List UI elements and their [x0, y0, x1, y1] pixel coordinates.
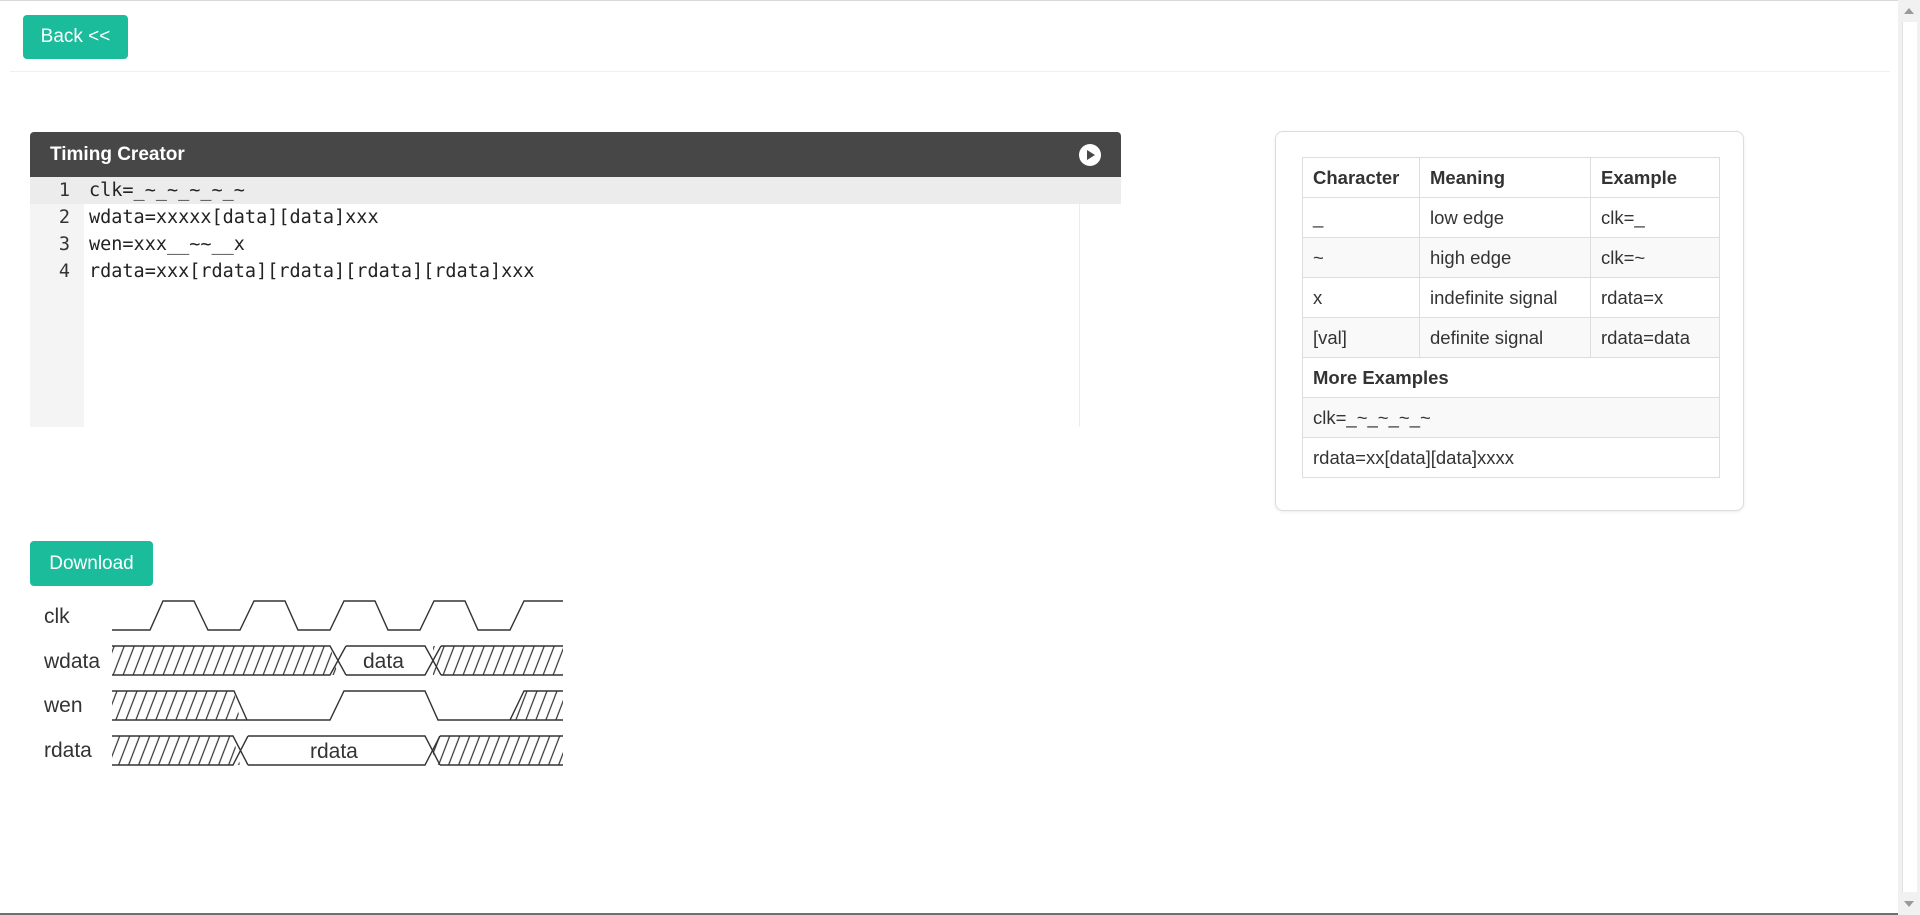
editor-header: Timing Creator	[30, 132, 1121, 177]
timing-editor: Timing Creator 1 clk=_~_~_~_~_~ 2 wdata=…	[30, 132, 1121, 427]
wen-wave	[112, 690, 563, 721]
code-area[interactable]: 1 clk=_~_~_~_~_~ 2 wdata=xxxxx[data][dat…	[30, 177, 1121, 427]
code-line[interactable]: 2 wdata=xxxxx[data][data]xxx	[30, 204, 1121, 231]
line-number: 1	[58, 180, 70, 201]
syntax-reference-card: Character Meaning Example _ low edge clk…	[1275, 131, 1744, 511]
clk-wave	[112, 600, 563, 631]
scroll-down-arrow-icon[interactable]	[1904, 901, 1914, 907]
cell-meaning: definite signal	[1419, 317, 1591, 358]
cell-meaning: high edge	[1419, 237, 1591, 278]
table-row: x indefinite signal rdata=x	[1302, 277, 1720, 318]
cell-example: rdata=data	[1590, 317, 1720, 358]
scroll-thumb[interactable]	[1902, 22, 1917, 892]
cell-example: rdata=x	[1590, 277, 1720, 318]
more-example: clk=_~_~_~_~	[1302, 397, 1720, 438]
cell-meaning: low edge	[1419, 197, 1591, 238]
line-number: 2	[58, 207, 70, 228]
more-examples-heading: More Examples	[1302, 357, 1720, 398]
table-row: rdata=xx[data][data]xxxx	[1302, 437, 1720, 478]
code-line[interactable]: 3 wen=xxx__~~__x	[30, 231, 1121, 258]
signal-label-rdata: rdata	[44, 739, 92, 762]
wdata-value-label: data	[363, 650, 404, 673]
line-number: 4	[58, 261, 70, 282]
top-border	[0, 0, 1898, 1]
wdata-wave: data	[112, 645, 563, 676]
rdata-value-label: rdata	[310, 740, 358, 763]
syntax-reference-table: Character Meaning Example _ low edge clk…	[1302, 157, 1720, 478]
cell-character: ~	[1302, 237, 1420, 278]
code-text[interactable]: wdata=xxxxx[data][data]xxx	[89, 204, 379, 231]
signal-label-wen: wen	[43, 694, 83, 717]
scroll-up-arrow-icon[interactable]	[1904, 8, 1914, 14]
table-row: _ low edge clk=_	[1302, 197, 1720, 238]
column-header-character: Character	[1302, 157, 1420, 198]
table-row: More Examples	[1302, 357, 1720, 398]
code-line[interactable]: 1 clk=_~_~_~_~_~	[30, 177, 1121, 204]
code-text[interactable]: wen=xxx__~~__x	[89, 231, 245, 258]
cell-meaning: indefinite signal	[1419, 277, 1591, 318]
table-row: ~ high edge clk=~	[1302, 237, 1720, 278]
table-row: [val] definite signal rdata=data	[1302, 317, 1720, 358]
column-header-example: Example	[1590, 157, 1720, 198]
rdata-wave: rdata	[112, 735, 563, 766]
signal-label-clk: clk	[44, 605, 70, 628]
timing-diagram: clk wdata wen rdata data rdata	[43, 600, 563, 766]
line-number: 3	[58, 234, 70, 255]
code-text[interactable]: rdata=xxx[rdata][rdata][rdata][rdata]xxx	[89, 258, 535, 285]
header-divider	[10, 71, 1890, 72]
cell-character: [val]	[1302, 317, 1420, 358]
cell-character: _	[1302, 197, 1420, 238]
cell-example: clk=_	[1590, 197, 1720, 238]
download-button[interactable]: Download	[30, 541, 153, 586]
more-example: rdata=xx[data][data]xxxx	[1302, 437, 1720, 478]
signal-label-wdata: wdata	[43, 650, 100, 673]
editor-title: Timing Creator	[50, 143, 185, 165]
back-button[interactable]: Back <<	[23, 15, 128, 59]
play-circle-icon[interactable]	[1079, 143, 1101, 166]
code-text[interactable]: clk=_~_~_~_~_~	[89, 177, 245, 204]
table-row: clk=_~_~_~_~	[1302, 397, 1720, 438]
vertical-scrollbar[interactable]	[1898, 0, 1920, 915]
cell-example: clk=~	[1590, 237, 1720, 278]
column-header-meaning: Meaning	[1419, 157, 1591, 198]
cell-character: x	[1302, 277, 1420, 318]
code-line[interactable]: 4 rdata=xxx[rdata][rdata][rdata][rdata]x…	[30, 258, 1121, 285]
